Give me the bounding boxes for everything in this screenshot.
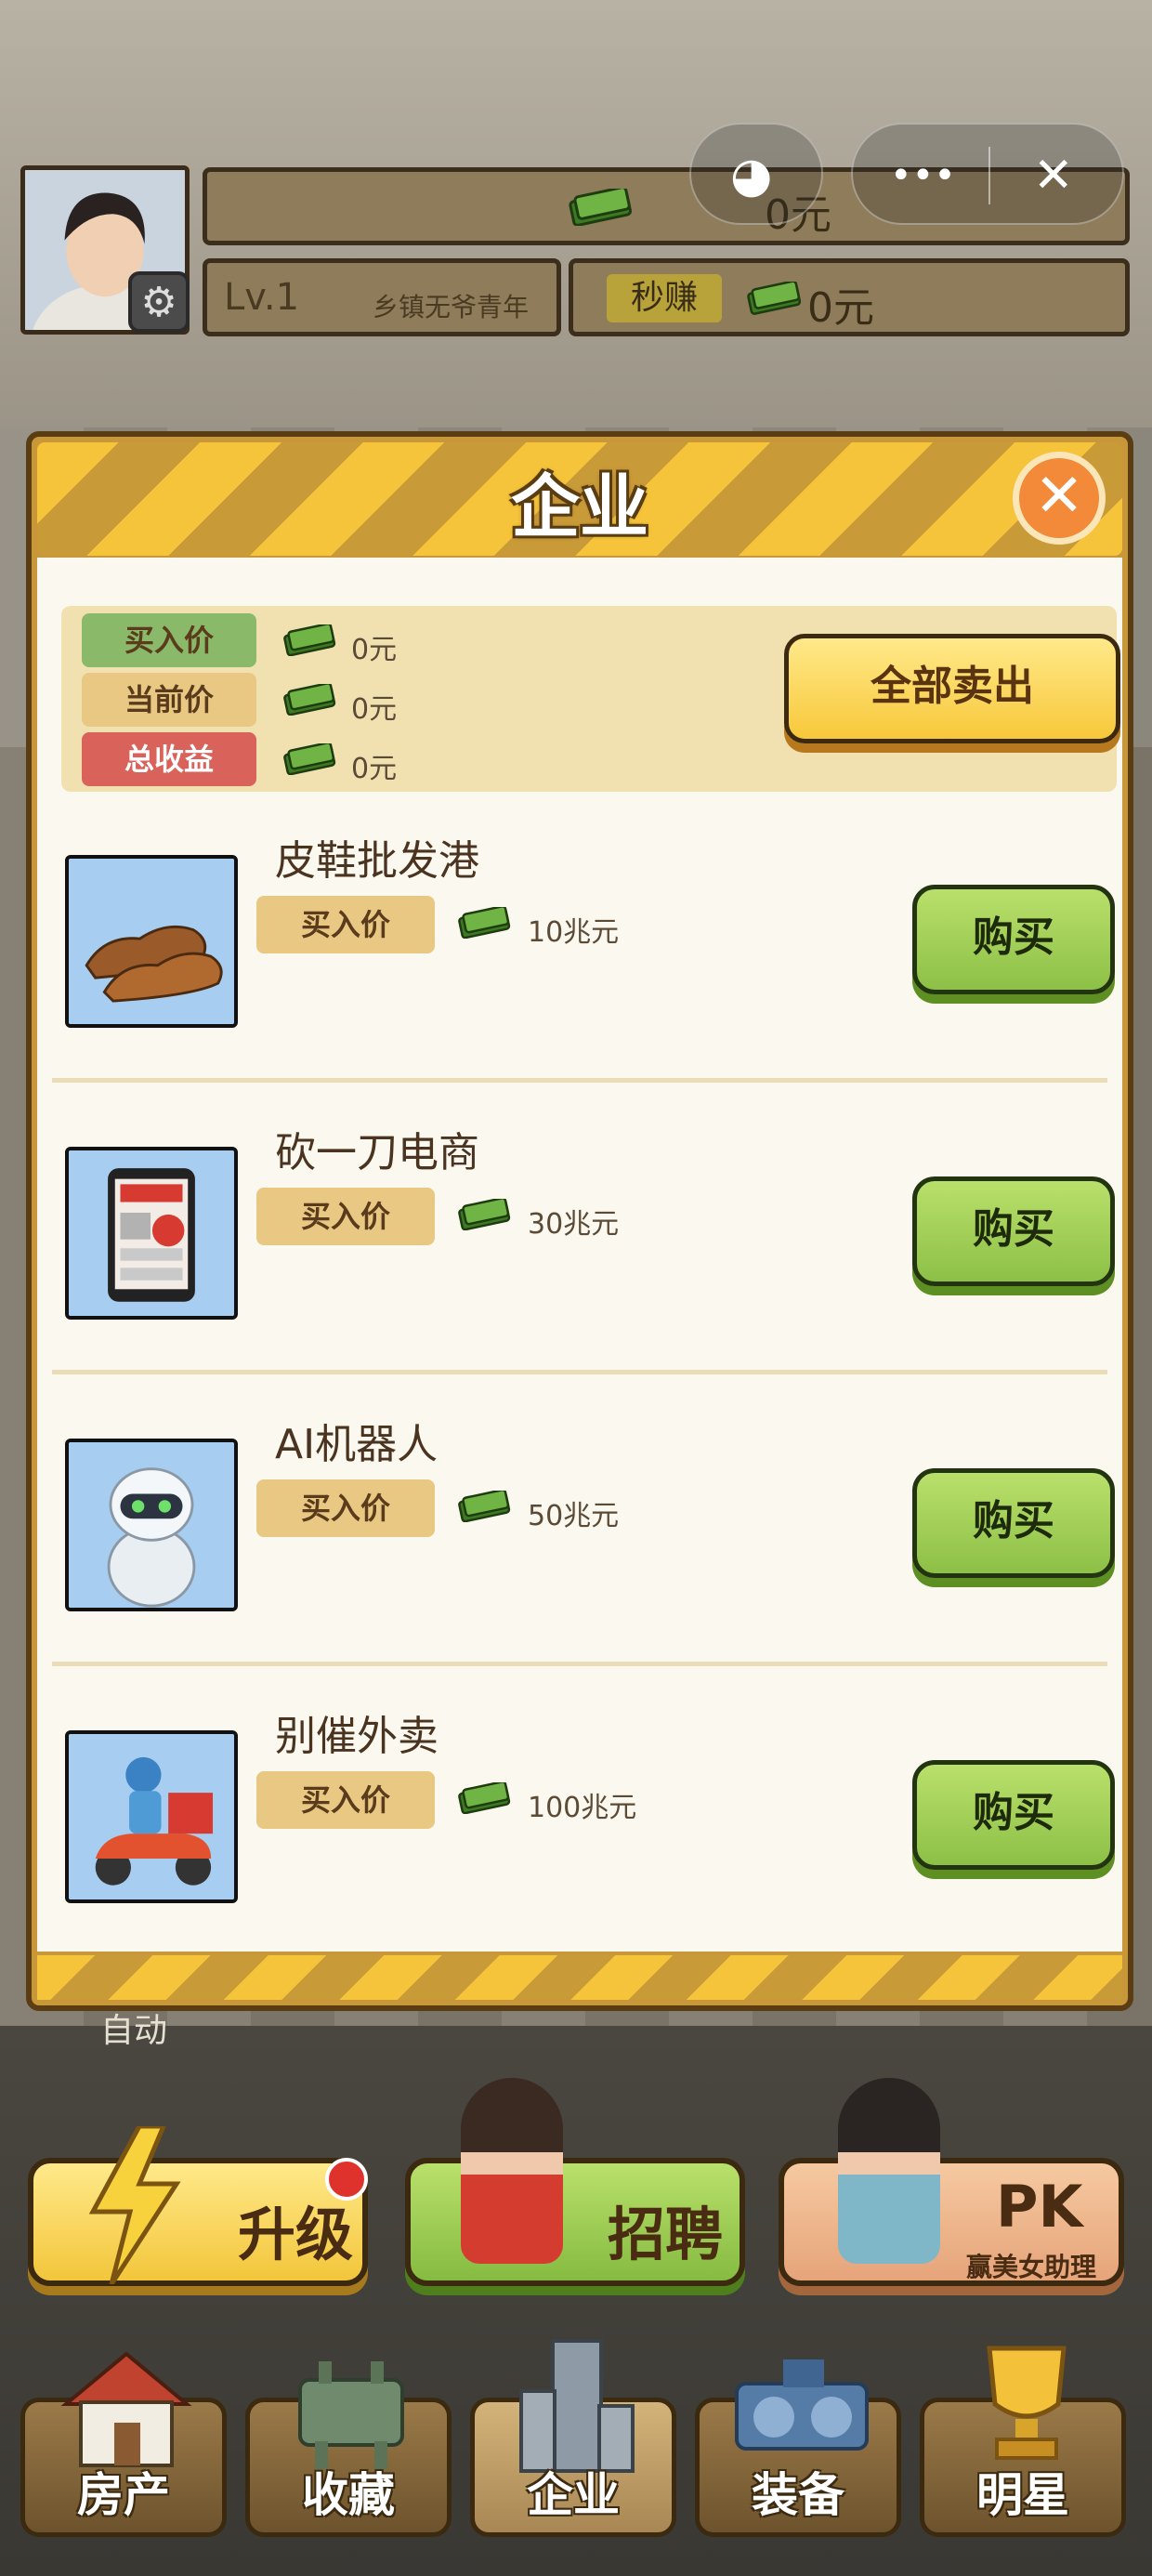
shoe-icon xyxy=(65,855,238,1028)
buy-button[interactable]: 购买 xyxy=(912,1760,1115,1870)
buy-button[interactable]: 购买 xyxy=(912,885,1115,994)
item-name: 皮鞋批发港 xyxy=(275,837,479,885)
nav-equipment[interactable]: 装备 xyxy=(695,2359,901,2537)
machine-icon xyxy=(735,2359,869,2451)
item-price-label: 买入价 xyxy=(256,896,435,953)
summary-profit-label: 总收益 xyxy=(82,732,256,786)
nav-collection[interactable]: 收藏 xyxy=(245,2361,452,2537)
earn-per-second-bar: 秒赚 0元 xyxy=(569,258,1130,336)
cash-icon xyxy=(458,1199,511,1230)
list-item: AI机器人 买入价 50兆元 购买 xyxy=(37,1390,1122,1669)
item-divider xyxy=(52,1078,1107,1083)
item-name: 别催外卖 xyxy=(275,1713,439,1760)
nav-label: 企业 xyxy=(527,2468,620,2522)
modal-close-button[interactable]: ✕ xyxy=(1013,452,1106,545)
list-item: 砍一刀电商 买入价 30兆元 购买 xyxy=(37,1098,1122,1377)
cash-icon xyxy=(283,684,336,716)
cash-icon xyxy=(458,1491,511,1522)
auto-label: 自动 xyxy=(100,2012,168,2050)
bronze-vessel-icon xyxy=(298,2361,404,2469)
more-options-icon[interactable]: ••• xyxy=(890,125,956,227)
nav-label: 明星 xyxy=(976,2468,1069,2522)
cash-icon xyxy=(747,282,802,315)
level-title: 乡镇无爷青年 xyxy=(373,292,530,322)
level-bar: Lv.1 乡镇无爷青年 xyxy=(203,258,561,336)
delivery-scooter-icon xyxy=(65,1730,238,1903)
level-value: Lv.1 xyxy=(224,276,300,319)
item-name: 砍一刀电商 xyxy=(275,1129,479,1176)
sell-all-button[interactable]: 全部卖出 xyxy=(784,634,1120,743)
nav-property[interactable]: 房产 xyxy=(20,2351,227,2537)
tablet-icon xyxy=(65,1147,238,1320)
nav-star[interactable]: 明星 xyxy=(920,2346,1126,2537)
earn-amount: 0元 xyxy=(807,284,874,332)
upgrade-label: 升级 xyxy=(238,2201,354,2268)
summary-current-label: 当前价 xyxy=(82,673,256,727)
upgrade-button[interactable]: 升级 xyxy=(28,2126,368,2286)
hire-button[interactable]: 招聘 xyxy=(405,2078,745,2286)
earn-tag: 秒赚 xyxy=(607,274,722,322)
modal-footer-stripes xyxy=(37,1955,1122,2000)
summary-buy-label: 买入价 xyxy=(82,613,256,667)
summary-buy-row: 买入价 0元 xyxy=(82,613,453,667)
nav-label: 收藏 xyxy=(302,2468,395,2522)
capsule-divider xyxy=(988,147,990,204)
item-price-label: 买入价 xyxy=(256,1188,435,1245)
robot-icon xyxy=(65,1439,238,1611)
nav-label: 房产 xyxy=(77,2468,170,2522)
recruit-girl-portrait xyxy=(461,2078,563,2264)
item-price: 10兆元 xyxy=(528,916,620,949)
buy-button[interactable]: 购买 xyxy=(912,1468,1115,1578)
summary-profit-value: 0元 xyxy=(351,753,398,785)
house-icon xyxy=(60,2351,192,2467)
summary-current-row: 当前价 0元 xyxy=(82,673,453,727)
summary-box: 买入价 0元 当前价 0元 总收益 0元 全部卖出 xyxy=(61,606,1120,792)
cash-icon xyxy=(283,624,336,656)
cash-icon xyxy=(458,1782,511,1814)
summary-current-value: 0元 xyxy=(351,693,398,726)
pk-button[interactable]: PK 赢美女助理 xyxy=(779,2078,1124,2286)
close-app-icon[interactable]: ✕ xyxy=(1033,125,1074,227)
summary-profit-row: 总收益 0元 xyxy=(82,732,453,786)
notification-badge xyxy=(325,2158,368,2201)
pacman-icon: ◕ xyxy=(730,148,773,204)
cash-icon xyxy=(283,743,336,775)
summary-buy-value: 0元 xyxy=(351,634,398,666)
pk-subtitle: 赢美女助理 xyxy=(966,2252,1097,2282)
list-item: 别催外卖 买入价 100兆元 购买 xyxy=(37,1682,1122,1961)
nav-label: 装备 xyxy=(752,2468,844,2522)
assistant-girl-portrait xyxy=(838,2078,940,2264)
settings-gear-icon[interactable]: ⚙ xyxy=(128,271,190,333)
list-item: 皮鞋批发港 买入价 10兆元 购买 xyxy=(37,807,1122,1085)
close-icon: ✕ xyxy=(1034,462,1084,531)
game-center-button[interactable]: ◕ xyxy=(689,123,823,225)
modal-title: 企业 xyxy=(511,467,648,547)
item-price: 50兆元 xyxy=(528,1500,620,1532)
cash-icon xyxy=(569,189,632,226)
trophy-icon xyxy=(987,2346,1067,2460)
item-divider xyxy=(52,1370,1107,1374)
item-price-label: 买入价 xyxy=(256,1479,435,1537)
item-divider xyxy=(52,1662,1107,1666)
item-price-label: 买入价 xyxy=(256,1771,435,1829)
office-building-icon xyxy=(519,2339,635,2473)
item-name: AI机器人 xyxy=(275,1421,439,1468)
enterprise-modal: 企业 ✕ 买入价 0元 当前价 0元 总收益 0元 全部卖出 皮鞋批发港 买入价… xyxy=(26,431,1133,2011)
cash-icon xyxy=(458,907,511,939)
pk-label: PK xyxy=(996,2173,1083,2241)
buy-button[interactable]: 购买 xyxy=(912,1176,1115,1286)
hire-label: 招聘 xyxy=(608,2201,724,2268)
lightning-icon xyxy=(88,2126,181,2284)
menu-capsule: ••• ✕ xyxy=(851,123,1124,225)
item-price: 30兆元 xyxy=(528,1208,620,1241)
modal-panel: 买入价 0元 当前价 0元 总收益 0元 全部卖出 皮鞋批发港 买入价 10兆元… xyxy=(37,558,1122,1952)
nav-enterprise[interactable]: 企业 xyxy=(470,2339,676,2537)
item-price: 100兆元 xyxy=(528,1792,637,1824)
